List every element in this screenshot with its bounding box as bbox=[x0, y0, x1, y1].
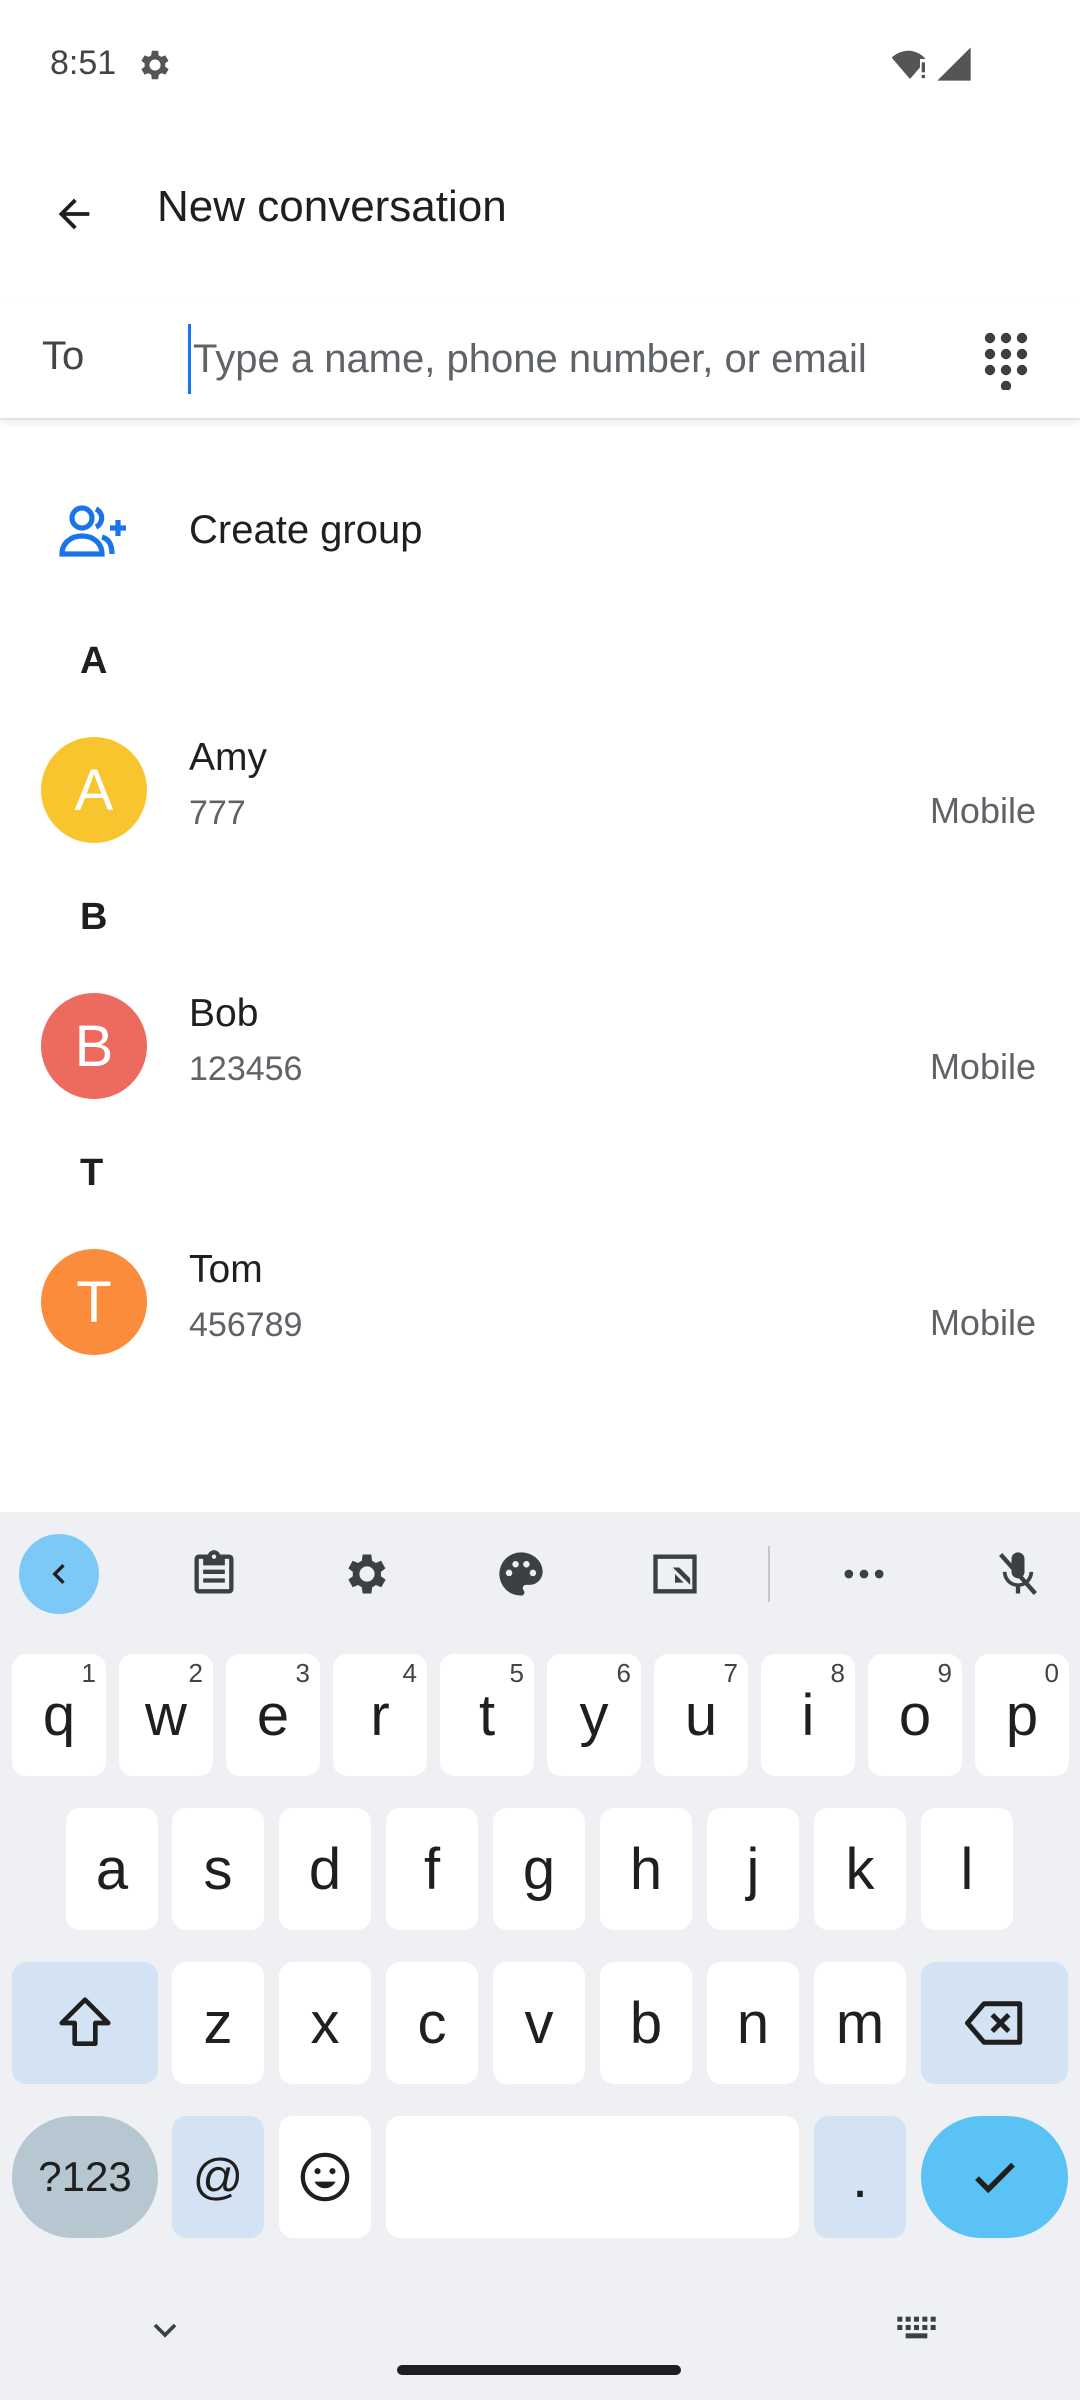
more-options-button[interactable] bbox=[824, 1534, 904, 1614]
period-key[interactable]: . bbox=[814, 2116, 906, 2238]
voice-input-button[interactable] bbox=[978, 1534, 1058, 1614]
contact-name: Amy bbox=[189, 736, 267, 779]
toolbar-divider bbox=[768, 1546, 770, 1602]
contact-item-tom[interactable]: T Tom 456789 Mobile bbox=[0, 1234, 1080, 1374]
home-handle[interactable] bbox=[397, 2365, 681, 2375]
emoji-key[interactable] bbox=[279, 2116, 371, 2238]
contact-number: 123456 bbox=[189, 1050, 303, 1088]
key-j[interactable]: j bbox=[707, 1808, 799, 1930]
at-key[interactable]: @ bbox=[172, 2116, 264, 2238]
key-i[interactable]: i8 bbox=[761, 1654, 855, 1776]
key-g[interactable]: g bbox=[493, 1808, 585, 1930]
navigation-bar bbox=[0, 2270, 1080, 2400]
create-group-button[interactable]: Create group bbox=[0, 470, 1080, 590]
resize-keyboard-button[interactable] bbox=[635, 1534, 715, 1614]
dialpad-button[interactable] bbox=[970, 324, 1042, 396]
clipboard-icon bbox=[194, 1550, 234, 1594]
chevron-left-icon bbox=[52, 1564, 65, 1584]
contact-type: Mobile bbox=[929, 1302, 1036, 1343]
app-bar: New conversation bbox=[0, 150, 1080, 280]
key-x[interactable]: x bbox=[279, 1962, 371, 2084]
emoji-icon bbox=[300, 2152, 350, 2202]
mic-off-icon bbox=[999, 1552, 1037, 1595]
keyboard-toolbar bbox=[0, 1512, 1080, 1636]
create-group-label: Create group bbox=[189, 508, 423, 552]
collapse-toolbar-button[interactable] bbox=[19, 1534, 99, 1614]
backspace-icon bbox=[964, 2001, 1022, 2045]
key-u[interactable]: u7 bbox=[654, 1654, 748, 1776]
key-m[interactable]: m bbox=[814, 1962, 906, 2084]
contact-name: Tom bbox=[189, 1248, 263, 1291]
contact-number: 456789 bbox=[189, 1306, 303, 1344]
key-y[interactable]: y6 bbox=[547, 1654, 641, 1776]
contact-type: Mobile bbox=[929, 1046, 1036, 1087]
settings-gear-icon bbox=[141, 50, 169, 80]
wifi-alert-icon bbox=[891, 50, 926, 79]
key-c[interactable]: c bbox=[386, 1962, 478, 2084]
section-header-a: A bbox=[80, 640, 108, 682]
key-v[interactable]: v bbox=[493, 1962, 585, 2084]
contact-name: Bob bbox=[189, 992, 259, 1035]
recipient-row: To bbox=[0, 300, 1080, 420]
key-e[interactable]: e3 bbox=[226, 1654, 320, 1776]
space-key[interactable] bbox=[386, 2116, 799, 2238]
section-header-t: T bbox=[80, 1152, 104, 1194]
avatar: B bbox=[41, 993, 147, 1099]
shift-icon bbox=[59, 1997, 111, 2046]
contact-item-amy[interactable]: A Amy 777 Mobile bbox=[0, 722, 1080, 862]
status-time: 8:51 bbox=[50, 44, 117, 82]
recipient-input[interactable] bbox=[188, 324, 908, 394]
key-b[interactable]: b bbox=[600, 1962, 692, 2084]
key-t[interactable]: t5 bbox=[440, 1654, 534, 1776]
avatar: T bbox=[41, 1249, 147, 1355]
backspace-key[interactable] bbox=[921, 1962, 1068, 2084]
contact-number: 777 bbox=[189, 794, 246, 832]
key-n[interactable]: n bbox=[707, 1962, 799, 2084]
resize-icon bbox=[653, 1554, 697, 1594]
key-d[interactable]: d bbox=[279, 1808, 371, 1930]
section-header-b: B bbox=[80, 896, 108, 938]
status-bar: 8:51 bbox=[0, 0, 1080, 130]
hide-keyboard-icon[interactable] bbox=[140, 2310, 190, 2350]
group-add-icon bbox=[59, 505, 126, 557]
key-h[interactable]: h bbox=[600, 1808, 692, 1930]
clipboard-button[interactable] bbox=[174, 1534, 254, 1614]
key-k[interactable]: k bbox=[814, 1808, 906, 1930]
contact-item-bob[interactable]: B Bob 123456 Mobile bbox=[0, 978, 1080, 1118]
key-w[interactable]: w2 bbox=[119, 1654, 213, 1776]
to-label: To bbox=[42, 334, 85, 378]
back-button[interactable] bbox=[36, 176, 112, 252]
keyboard-settings-button[interactable] bbox=[327, 1534, 407, 1614]
key-a[interactable]: a bbox=[66, 1808, 158, 1930]
shift-key[interactable] bbox=[12, 1962, 158, 2084]
key-o[interactable]: o9 bbox=[868, 1654, 962, 1776]
enter-key[interactable] bbox=[921, 2116, 1068, 2238]
key-p[interactable]: p0 bbox=[975, 1654, 1069, 1776]
key-l[interactable]: l bbox=[921, 1808, 1013, 1930]
avatar: A bbox=[41, 737, 147, 843]
palette-icon bbox=[499, 1552, 543, 1596]
symbols-key[interactable]: ?123 bbox=[12, 2116, 158, 2238]
arrow-back-icon bbox=[58, 198, 90, 230]
key-z[interactable]: z bbox=[172, 1962, 264, 2084]
key-q[interactable]: q1 bbox=[12, 1654, 106, 1776]
cell-signal-icon bbox=[937, 47, 971, 81]
gear-icon bbox=[348, 1554, 386, 1594]
theme-button[interactable] bbox=[481, 1534, 561, 1614]
checkmark-icon bbox=[974, 2162, 1015, 2194]
contact-type: Mobile bbox=[929, 790, 1036, 831]
page-title: New conversation bbox=[157, 182, 507, 231]
more-icon bbox=[844, 1569, 884, 1579]
soft-keyboard: q1 w2 e3 r4 t5 y6 u7 i8 o9 p0 a s d f g … bbox=[0, 1512, 1080, 2400]
key-s[interactable]: s bbox=[172, 1808, 264, 1930]
keyboard-switch-icon[interactable] bbox=[894, 2310, 944, 2350]
dialpad-icon bbox=[984, 332, 1028, 390]
key-f[interactable]: f bbox=[386, 1808, 478, 1930]
key-r[interactable]: r4 bbox=[333, 1654, 427, 1776]
